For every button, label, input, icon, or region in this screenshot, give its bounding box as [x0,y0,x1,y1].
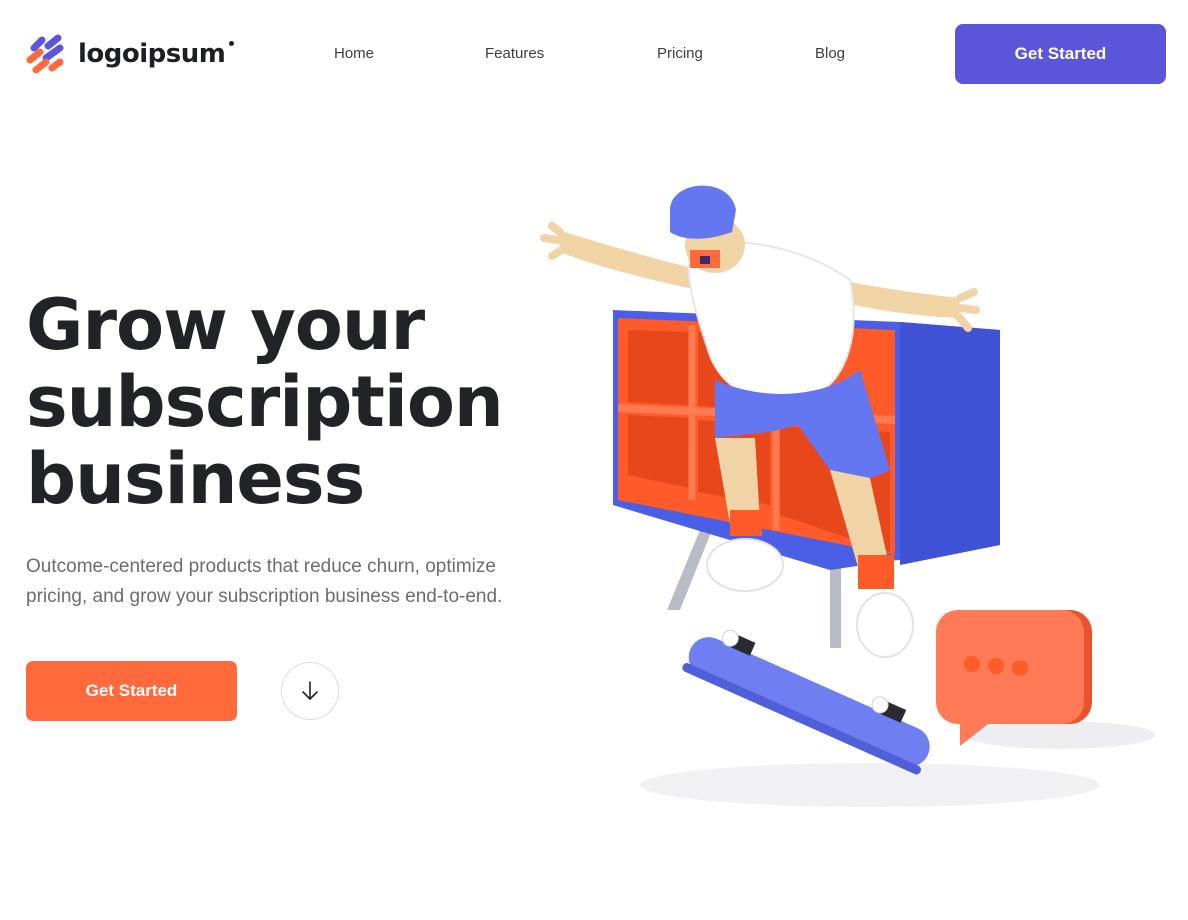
hero-title: Grow your subscription business [26,284,504,520]
hero-subtitle: Outcome-centered products that reduce ch… [26,552,586,612]
hero-title-line: Grow your [26,284,425,366]
nav-home[interactable]: Home [334,44,374,64]
nav-blog[interactable]: Blog [815,44,845,64]
header-get-started-button[interactable]: Get Started [955,24,1166,84]
hero-subtitle-line: pricing, and grow your subscription busi… [26,586,503,607]
hero-title-line: subscription [26,361,504,443]
logo[interactable]: logoipsum [26,33,235,75]
hero-title-line: business [26,438,365,520]
skateboarder-illustration [540,185,1155,807]
hero-subtitle-line: Outcome-centered products that reduce ch… [26,556,496,577]
nav-features[interactable]: Features [485,44,544,64]
logo-text: logoipsum [78,39,226,69]
nav-pricing[interactable]: Pricing [657,44,703,64]
logo-dot [229,41,235,46]
logo-mark-icon [26,34,64,74]
arrow-down-icon [302,681,318,700]
hero-get-started-button[interactable]: Get Started [26,661,237,721]
scroll-down-button[interactable] [281,662,339,720]
logo-wordmark: logoipsum [78,39,235,69]
